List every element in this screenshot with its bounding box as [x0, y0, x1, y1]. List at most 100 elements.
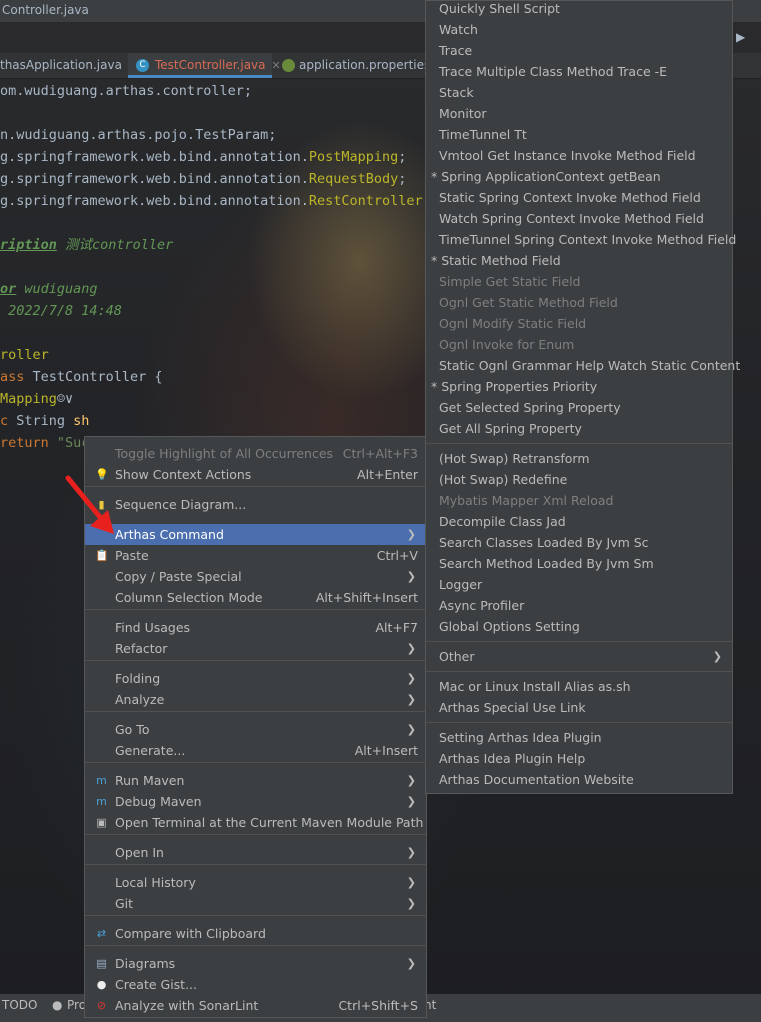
arthas-item-decompile-class-jad[interactable]: Decompile Class Jad [426, 511, 732, 532]
arthas-item-quickly-shell-script[interactable]: Quickly Shell Script [426, 0, 732, 19]
arthas-item-mac-or-linux-install-alias-as-sh[interactable]: Mac or Linux Install Alias as.sh [426, 676, 732, 697]
submenu-item-label: Get All Spring Property [439, 421, 582, 436]
chevron-right-icon: ❯ [406, 570, 416, 583]
chevron-right-icon: ❯ [712, 650, 722, 663]
menu-item-compare-with-clipboard[interactable]: ⇄ Compare with Clipboard [85, 923, 426, 944]
tab-application-properties[interactable]: application.properties [282, 53, 432, 78]
code-line: om.wudiguang.arthas.controller; [0, 80, 252, 102]
menu-item-copy-paste-special[interactable]: Copy / Paste Special ❯ [85, 566, 426, 587]
arthas-item-search-method-loaded-by-jvm-sm[interactable]: Search Method Loaded By Jvm Sm [426, 553, 732, 574]
maven-debug-icon: m [96, 795, 107, 808]
menu-separator [85, 660, 426, 661]
menu-item-debug-maven[interactable]: m Debug Maven ❯ [85, 791, 426, 812]
submenu-item-label: Trace [439, 43, 473, 58]
menu-item-open-terminal-at-the-current-maven-module-path[interactable]: ▣ Open Terminal at the Current Maven Modu… [85, 812, 426, 833]
menu-item-paste[interactable]: 📋 Paste Ctrl+V [85, 545, 426, 566]
menu-separator [85, 609, 426, 610]
arthas-item-trace-multiple-class-method-trace-e[interactable]: Trace Multiple Class Method Trace -E [426, 61, 732, 82]
submenu-separator [426, 722, 732, 723]
menu-item-label: Run Maven [115, 773, 185, 788]
menu-item-analyze-with-sonarlint[interactable]: ⊘ Analyze with SonarLint Ctrl+Shift+S [85, 995, 426, 1016]
arthas-item-watch[interactable]: Watch [426, 19, 732, 40]
menu-item-diagrams[interactable]: ▤ Diagrams ❯ [85, 953, 426, 974]
arthas-item-mybatis-mapper-xml-reload: Mybatis Mapper Xml Reload [426, 490, 732, 511]
code-token: String [16, 413, 74, 429]
menu-item-column-selection-mode[interactable]: Column Selection Mode Alt+Shift+Insert [85, 587, 426, 608]
arthas-item-trace[interactable]: Trace [426, 40, 732, 61]
menu-item-shortcut: Ctrl+V [376, 548, 418, 563]
close-icon[interactable]: ✕ [272, 59, 281, 72]
menu-item-folding[interactable]: Folding ❯ [85, 668, 426, 689]
menu-item-show-context-actions[interactable]: 💡 Show Context Actions Alt+Enter [85, 464, 426, 485]
menu-item-arthas-command[interactable]: Arthas Command ❯ [85, 524, 426, 545]
arthas-item-static-ognl-grammar-help-watch-static-content[interactable]: Static Ognl Grammar Help Watch Static Co… [426, 355, 740, 376]
arthas-item-spring-applicationcontext-getbean[interactable]: * Spring ApplicationContext getBean [426, 166, 732, 187]
arthas-item-setting-arthas-idea-plugin[interactable]: Setting Arthas Idea Plugin [426, 727, 732, 748]
arthas-item-timetunnel-tt[interactable]: TimeTunnel Tt [426, 124, 732, 145]
code-token: PostMapping [308, 149, 399, 165]
submenu-item-label: Vmtool Get Instance Invoke Method Field [439, 148, 696, 163]
menu-item-go-to[interactable]: Go To ❯ [85, 719, 426, 740]
arthas-item-hot-swap-retransform[interactable]: (Hot Swap) Retransform [426, 448, 732, 469]
tab-arthas-application[interactable]: thasApplication.java✕ [0, 53, 137, 78]
tab-label: TestController.java [155, 58, 266, 72]
submenu-item-label: Ognl Get Static Method Field [439, 295, 618, 310]
run-config-icon[interactable]: ▶ [736, 30, 750, 44]
code-token: ription [0, 237, 57, 253]
arthas-item-arthas-idea-plugin-help[interactable]: Arthas Idea Plugin Help [426, 748, 732, 769]
arthas-item-search-classes-loaded-by-jvm-sc[interactable]: Search Classes Loaded By Jvm Sc [426, 532, 732, 553]
arthas-item-static-method-field[interactable]: * Static Method Field [426, 250, 732, 271]
menu-item-open-in[interactable]: Open In ❯ [85, 842, 426, 863]
arthas-item-stack[interactable]: Stack [426, 82, 732, 103]
arthas-item-watch-spring-context-invoke-method-field[interactable]: Watch Spring Context Invoke Method Field [426, 208, 732, 229]
menu-item-label: Column Selection Mode [115, 590, 263, 605]
arthas-item-hot-swap-redefine[interactable]: (Hot Swap) Redefine [426, 469, 732, 490]
menu-item-label: Find Usages [115, 620, 191, 635]
arthas-item-async-profiler[interactable]: Async Profiler [426, 595, 732, 616]
submenu-item-label: Get Selected Spring Property [439, 400, 621, 415]
todo-tab[interactable]: TODO [2, 998, 37, 1012]
submenu-separator [426, 641, 732, 642]
arthas-item-timetunnel-spring-context-invoke-method-field[interactable]: TimeTunnel Spring Context Invoke Method … [426, 229, 736, 250]
red-annotation-arrow [65, 475, 114, 534]
code-line: Mapping☺∨ [0, 388, 73, 410]
menu-item-sequence-diagram[interactable]: ▮ Sequence Diagram... [85, 494, 426, 515]
menu-item-label: Analyze [115, 692, 165, 707]
arthas-item-get-selected-spring-property[interactable]: Get Selected Spring Property [426, 397, 732, 418]
arthas-item-logger[interactable]: Logger [426, 574, 732, 595]
problems-icon: ● [52, 998, 63, 1012]
arthas-item-vmtool-get-instance-invoke-method-field[interactable]: Vmtool Get Instance Invoke Method Field [426, 145, 732, 166]
diagram-icon: ▤ [96, 957, 107, 970]
menu-item-run-maven[interactable]: m Run Maven ❯ [85, 770, 426, 791]
menu-item-git[interactable]: Git ❯ [85, 893, 426, 914]
chevron-right-icon: ❯ [406, 723, 416, 736]
submenu-item-label: Mac or Linux Install Alias as.sh [439, 679, 631, 694]
code-token: sh [73, 413, 90, 429]
code-token: g.springframework.web.bind.annotation. [0, 171, 309, 187]
chevron-right-icon: ❯ [406, 672, 416, 685]
arthas-item-static-spring-context-invoke-method-field[interactable]: Static Spring Context Invoke Method Fiel… [426, 187, 732, 208]
arthas-item-spring-properties-priority[interactable]: * Spring Properties Priority [426, 376, 732, 397]
code-line: roller [0, 344, 49, 366]
tab-label: application.properties [299, 58, 431, 72]
arthas-item-global-options-setting[interactable]: Global Options Setting [426, 616, 732, 637]
menu-item-find-usages[interactable]: Find Usages Alt+F7 [85, 617, 426, 638]
menu-item-local-history[interactable]: Local History ❯ [85, 872, 426, 893]
menu-item-refactor[interactable]: Refactor ❯ [85, 638, 426, 659]
menu-item-create-gist[interactable]: ● Create Gist... [85, 974, 426, 995]
arthas-item-get-all-spring-property[interactable]: Get All Spring Property [426, 418, 732, 439]
submenu-item-label: Ognl Modify Static Field [439, 316, 587, 331]
menu-item-label: Toggle Highlight of All Occurrences [115, 446, 334, 461]
arthas-item-arthas-documentation-website[interactable]: Arthas Documentation Website [426, 769, 732, 790]
submenu-item-label: TimeTunnel Spring Context Invoke Method … [439, 232, 737, 247]
menu-item-analyze[interactable]: Analyze ❯ [85, 689, 426, 710]
menu-item-generate[interactable]: Generate... Alt+Insert [85, 740, 426, 761]
tab-test-controller[interactable]: C TestController.java ✕ [128, 53, 281, 78]
menu-item-label: Folding [115, 671, 161, 686]
arthas-item-arthas-special-use-link[interactable]: Arthas Special Use Link [426, 697, 732, 718]
submenu-item-label: Static Ognl Grammar Help Watch Static Co… [439, 358, 741, 373]
arthas-item-other[interactable]: Other ❯ [426, 646, 732, 667]
submenu-separator [426, 443, 732, 444]
arthas-item-monitor[interactable]: Monitor [426, 103, 732, 124]
code-token: ass [0, 369, 33, 385]
